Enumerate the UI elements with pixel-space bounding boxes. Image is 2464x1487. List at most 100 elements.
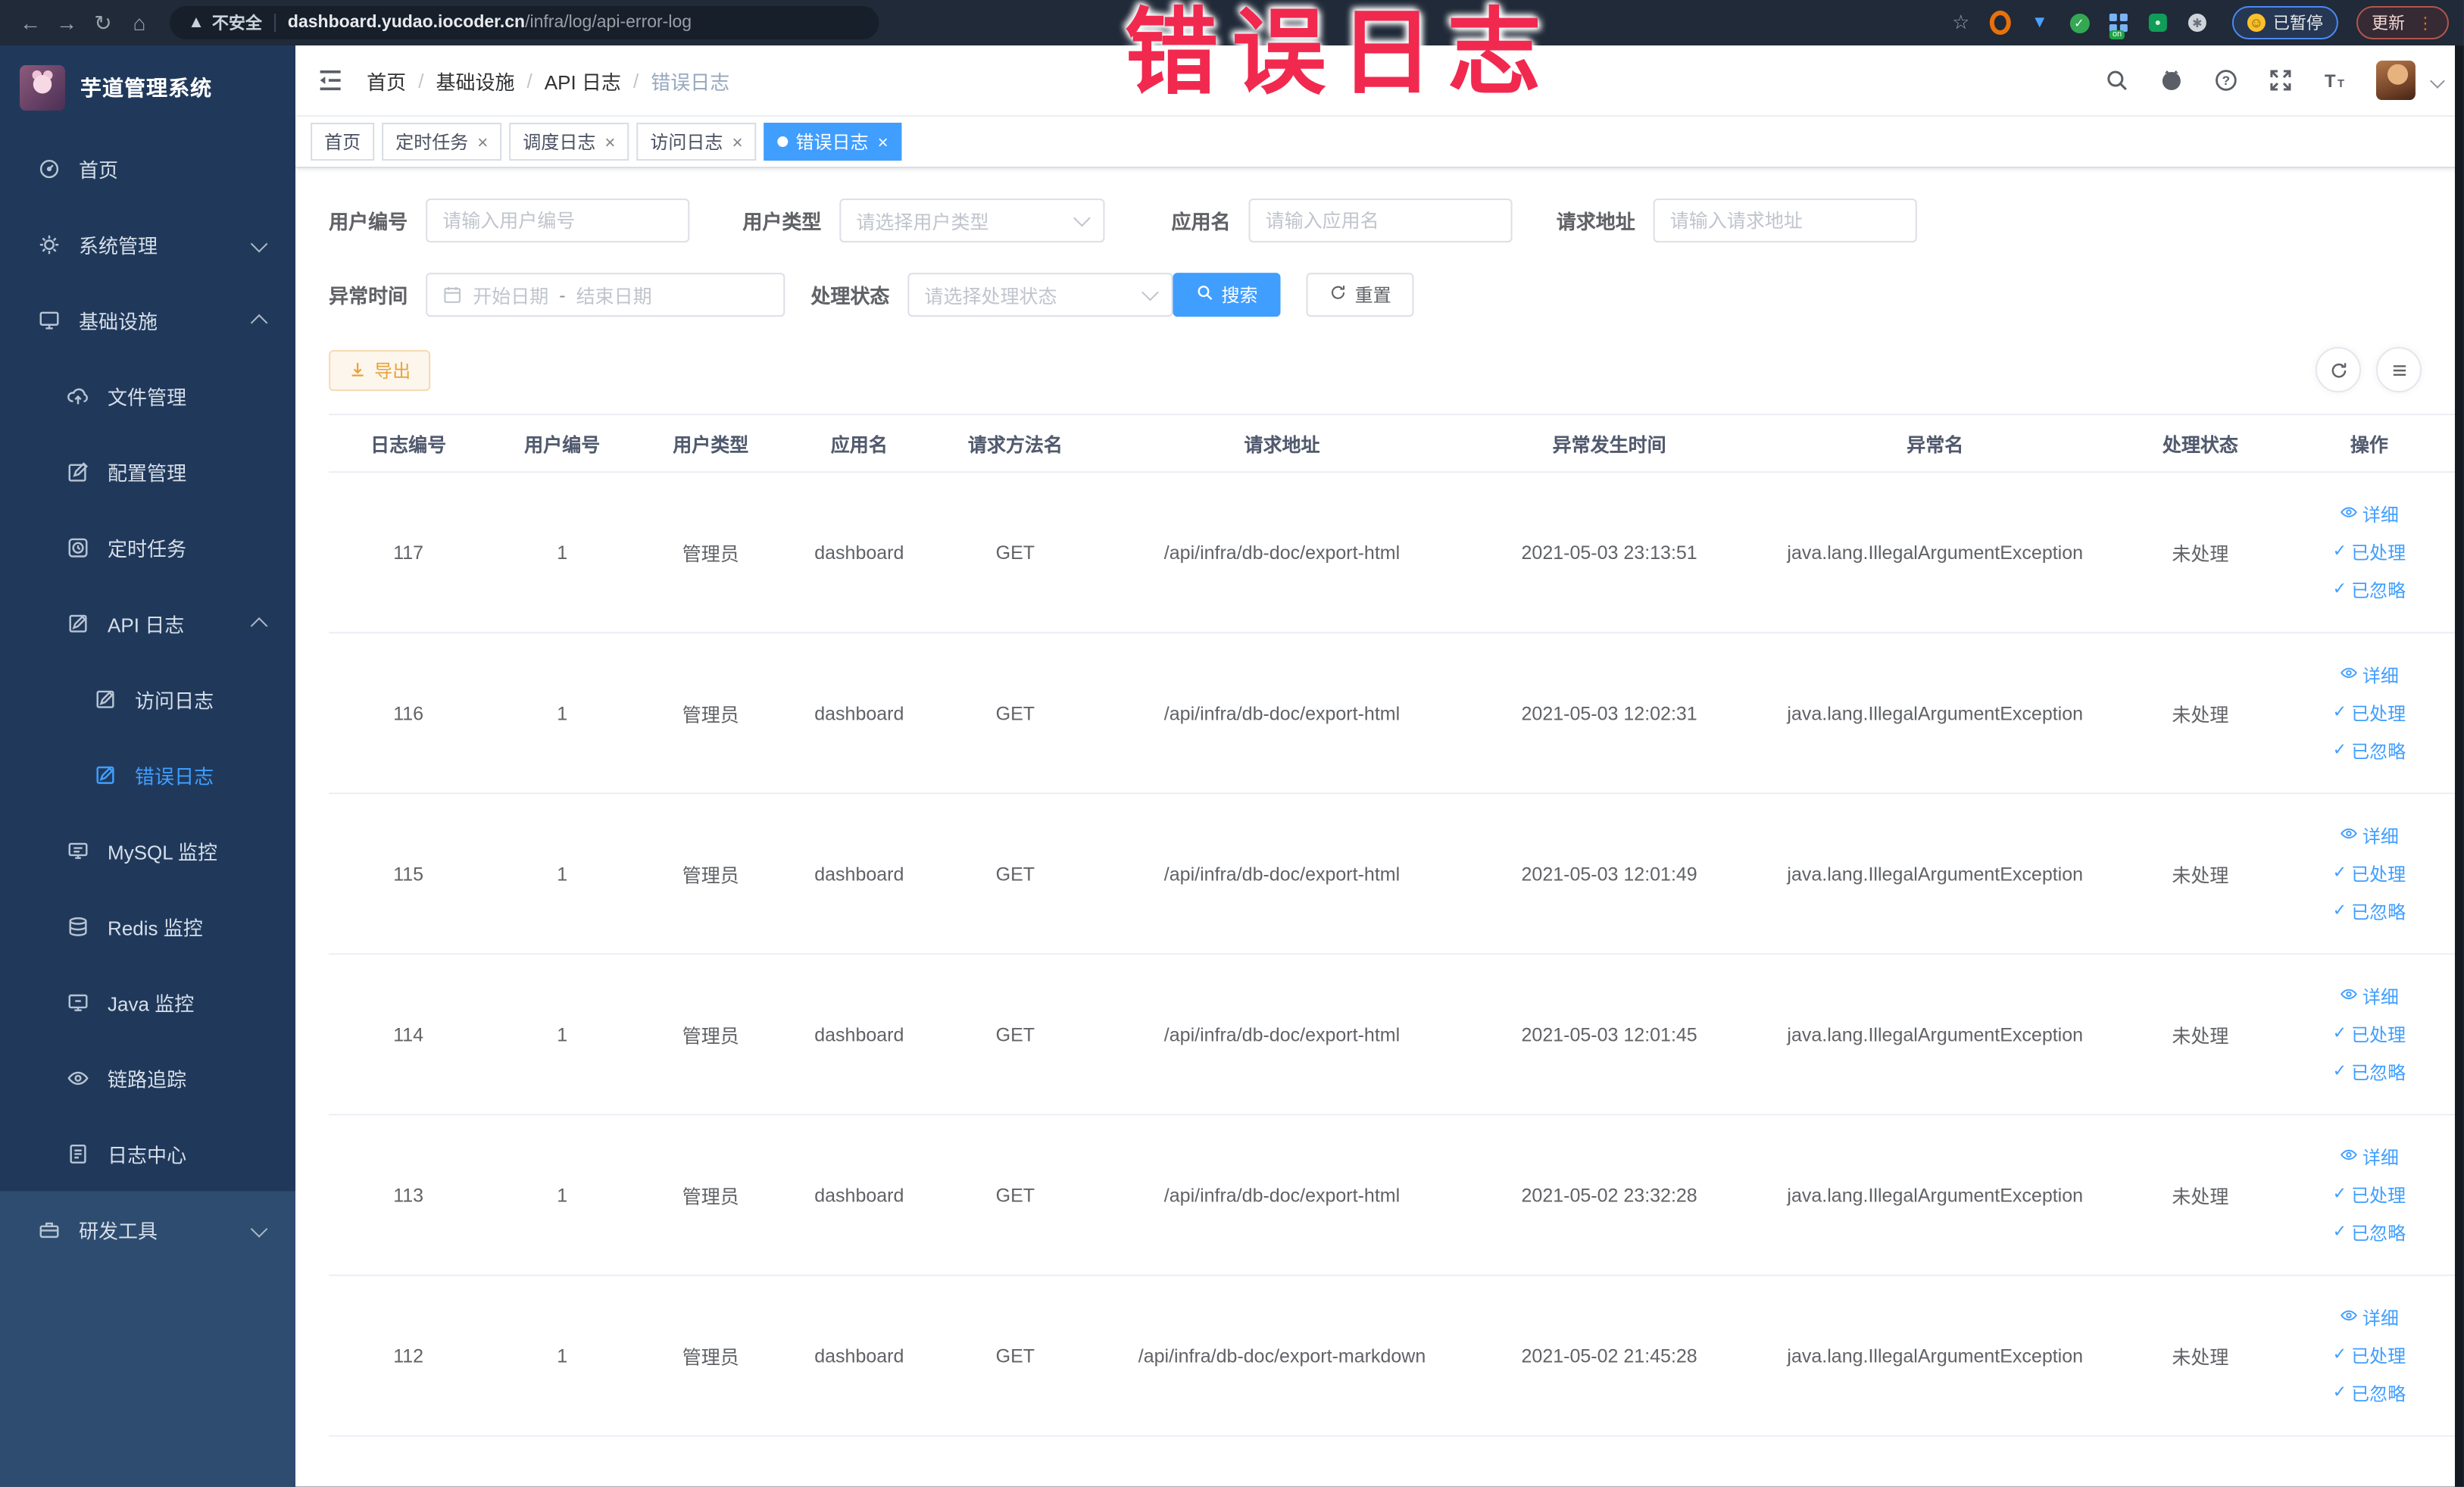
extension-shield-icon[interactable]: ▼ bbox=[2029, 12, 2050, 33]
sidebar-item-Java-监控[interactable]: Java 监控 bbox=[0, 964, 295, 1039]
异常时间-daterange-picker[interactable]: 开始日期 - 结束日期 bbox=[426, 273, 785, 317]
action-link-已处理[interactable]: ✓ 已处理 bbox=[2333, 700, 2406, 726]
cell-应用名: dashboard bbox=[814, 863, 904, 885]
search-icon[interactable] bbox=[2103, 67, 2129, 93]
fullscreen-icon[interactable] bbox=[2267, 67, 2293, 93]
tab-label: 错误日志 bbox=[795, 132, 869, 154]
action-link-详细[interactable]: 详细 bbox=[2340, 1144, 2399, 1170]
tab-访问日志[interactable]: 访问日志 × bbox=[636, 123, 757, 161]
paused-badge[interactable]: ☺ 已暂停 bbox=[2231, 6, 2338, 40]
refresh-icon[interactable] bbox=[2315, 347, 2361, 393]
cell-处理状态: 未处理 bbox=[2172, 1186, 2229, 1208]
extension-grid-icon[interactable]: on bbox=[2108, 12, 2129, 40]
extension-green-square-icon[interactable]: ● bbox=[2147, 12, 2169, 33]
cell-异常名: java.lang.IllegalArgumentException bbox=[1787, 1184, 2084, 1206]
column-header-处理状态: 处理状态 bbox=[2162, 435, 2238, 457]
update-button[interactable]: 更新 ⋮ bbox=[2356, 6, 2449, 40]
app-logo-row[interactable]: 芋道管理系统 bbox=[0, 45, 295, 130]
请求地址-input[interactable] bbox=[1653, 198, 1917, 243]
breadcrumb-item[interactable]: API 日志 bbox=[545, 66, 621, 95]
action-link-已忽略[interactable]: ✓ 已忽略 bbox=[2333, 577, 2406, 603]
action-link-已忽略[interactable]: ✓ 已忽略 bbox=[2333, 738, 2406, 764]
export-button[interactable]: 导出 bbox=[329, 349, 431, 391]
active-tab-dot bbox=[777, 136, 789, 148]
bookmark-star-icon[interactable]: ☆ bbox=[1950, 11, 1972, 33]
应用名-input[interactable] bbox=[1248, 198, 1513, 243]
sidebar-item-链路追踪[interactable]: 链路追踪 bbox=[0, 1039, 295, 1115]
tab-定时任务[interactable]: 定时任务 × bbox=[382, 123, 502, 161]
svg-text:?: ? bbox=[2222, 73, 2229, 88]
action-link-已忽略[interactable]: ✓ 已忽略 bbox=[2333, 898, 2406, 924]
avatar-caret-down-icon[interactable] bbox=[2430, 73, 2445, 88]
tab-close-icon[interactable]: × bbox=[604, 133, 615, 151]
sidebar-fold-icon[interactable] bbox=[317, 67, 344, 94]
sidebar-item-错误日志[interactable]: 错误日志 bbox=[0, 736, 295, 812]
column-settings-icon[interactable] bbox=[2375, 347, 2422, 393]
action-link-详细[interactable]: 详细 bbox=[2340, 983, 2399, 1009]
tab-label: 访问日志 bbox=[650, 132, 723, 154]
tab-close-icon[interactable]: × bbox=[732, 133, 742, 151]
用户类型-select[interactable]: 请选择用户类型 bbox=[839, 198, 1105, 243]
user-avatar[interactable] bbox=[2375, 61, 2416, 101]
extension-puzzle-icon[interactable]: ✱ bbox=[2187, 12, 2208, 33]
browser-scrollbar[interactable] bbox=[2454, 45, 2464, 1487]
sidebar-item-Redis-监控[interactable]: Redis 监控 bbox=[0, 888, 295, 964]
sidebar-item-系统管理[interactable]: 系统管理 bbox=[0, 206, 295, 282]
browser-home-icon[interactable]: ⌂ bbox=[124, 0, 155, 45]
action-link-已忽略[interactable]: ✓ 已忽略 bbox=[2333, 1220, 2406, 1245]
filter-form: 用户编号用户类型请选择用户类型应用名请求地址异常时间开始日期-结束日期处理状态请… bbox=[329, 198, 2464, 317]
extension-orange-icon[interactable] bbox=[1989, 11, 2011, 36]
github-icon[interactable] bbox=[2158, 67, 2184, 93]
browser-forward-icon[interactable]: → bbox=[52, 0, 82, 45]
breadcrumb-item: 错误日志 bbox=[651, 70, 730, 94]
tab-close-icon[interactable]: × bbox=[878, 133, 888, 151]
tab-close-icon[interactable]: × bbox=[477, 133, 488, 151]
action-link-已处理[interactable]: ✓ 已处理 bbox=[2333, 1182, 2406, 1207]
action-link-已处理[interactable]: ✓ 已处理 bbox=[2333, 1021, 2406, 1047]
action-link-已忽略[interactable]: ✓ 已忽略 bbox=[2333, 1381, 2406, 1407]
sidebar-item-文件管理[interactable]: 文件管理 bbox=[0, 358, 295, 433]
action-link-已忽略[interactable]: ✓ 已忽略 bbox=[2333, 1059, 2406, 1085]
action-link-label: 已忽略 bbox=[2351, 901, 2406, 923]
search-btn-icon bbox=[1196, 283, 1214, 306]
sidebar-item-定时任务[interactable]: 定时任务 bbox=[0, 509, 295, 585]
breadcrumb-item[interactable]: 首页 bbox=[367, 66, 406, 95]
action-link-已处理[interactable]: ✓ 已处理 bbox=[2333, 861, 2406, 886]
action-link-详细[interactable]: 详细 bbox=[2340, 1305, 2399, 1331]
action-link-详细[interactable]: 详细 bbox=[2340, 662, 2399, 688]
reset-button[interactable]: 重置 bbox=[1306, 273, 1414, 317]
tags-view-bar: 首页 定时任务 × 调度日志 × 访问日志 × 错误日志 × bbox=[295, 117, 2464, 169]
cell-处理状态: 未处理 bbox=[2172, 865, 2229, 887]
action-link-已处理[interactable]: ✓ 已处理 bbox=[2333, 539, 2406, 565]
sidebar-item-基础设施[interactable]: 基础设施 bbox=[0, 282, 295, 358]
tab-错误日志[interactable]: 错误日志 × bbox=[764, 123, 902, 161]
sidebar-item-MySQL-监控[interactable]: MySQL 监控 bbox=[0, 812, 295, 888]
extension-green-check-icon[interactable]: ✓ bbox=[2069, 12, 2090, 33]
browser-back-icon[interactable]: ← bbox=[15, 0, 45, 45]
browser-reload-icon[interactable]: ↻ bbox=[88, 0, 118, 45]
action-link-详细[interactable]: 详细 bbox=[2340, 823, 2399, 848]
address-bar[interactable]: ▲ 不安全 dashboard.yudao.iocoder.cn /infra/… bbox=[170, 6, 879, 40]
breadcrumb-item[interactable]: 基础设施 bbox=[436, 66, 514, 95]
cell-用户编号: 1 bbox=[557, 542, 568, 564]
action-link-已处理[interactable]: ✓ 已处理 bbox=[2333, 1343, 2406, 1369]
处理状态-select[interactable]: 请选择处理状态 bbox=[907, 273, 1173, 317]
column-header-操作: 操作 bbox=[2350, 435, 2388, 457]
action-link-详细[interactable]: 详细 bbox=[2340, 501, 2399, 527]
font-size-icon[interactable]: TT bbox=[2322, 67, 2347, 93]
sidebar-item-日志中心[interactable]: 日志中心 bbox=[0, 1115, 295, 1191]
cell-处理状态: 未处理 bbox=[2172, 1347, 2229, 1369]
sidebar-item-API-日志[interactable]: API 日志 bbox=[0, 585, 295, 661]
table-row: 117 1 管理员 dashboard GET/api/infra/db-doc/exp… bbox=[329, 473, 2456, 634]
sidebar-item-配置管理[interactable]: 配置管理 bbox=[0, 433, 295, 509]
help-icon[interactable]: ? bbox=[2213, 67, 2238, 93]
sidebar-item-研发工具[interactable]: 研发工具 bbox=[0, 1191, 295, 1267]
column-header-异常名: 异常名 bbox=[1907, 435, 1964, 457]
search-button[interactable]: 搜索 bbox=[1173, 273, 1281, 317]
page-content: 用户编号用户类型请选择用户类型应用名请求地址异常时间开始日期-结束日期处理状态请… bbox=[295, 168, 2464, 1487]
用户编号-input[interactable] bbox=[426, 198, 690, 243]
tab-调度日志[interactable]: 调度日志 × bbox=[509, 123, 629, 161]
sidebar-item-首页[interactable]: 首页 bbox=[0, 130, 295, 206]
tab-首页[interactable]: 首页 bbox=[311, 123, 375, 161]
sidebar-item-访问日志[interactable]: 访问日志 bbox=[0, 661, 295, 736]
